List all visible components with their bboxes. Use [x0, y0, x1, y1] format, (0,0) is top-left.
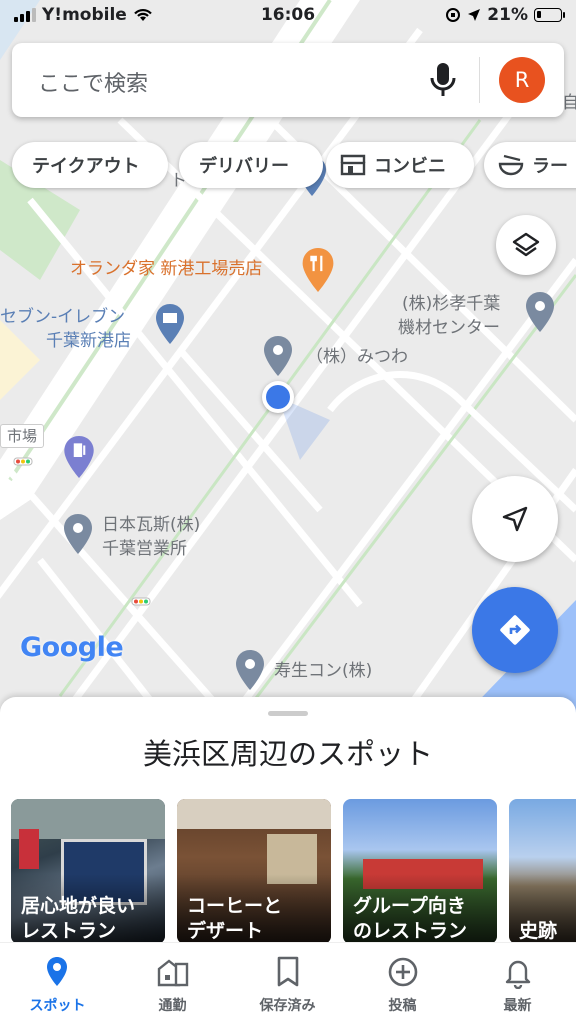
spot-cards: 居心地が良い レストラン コーヒーとデザート グループ向き のレストラン 史跡 [0, 799, 576, 944]
restaurant-pin-icon[interactable] [302, 248, 334, 292]
card-line-2: レストラン [21, 920, 117, 942]
map-label-seven-eleven[interactable]: セブン-イレブン [0, 306, 125, 328]
chip-ramen[interactable]: ラー [484, 142, 576, 188]
sheet-drag-handle[interactable] [268, 711, 308, 716]
chip-delivery[interactable]: デリバリー [179, 142, 323, 188]
chip-label: ラー [532, 156, 568, 177]
search-input[interactable]: ここで検索 [38, 66, 148, 98]
place-pin-icon[interactable] [264, 336, 292, 376]
google-logo: Google [20, 632, 124, 663]
tab-label: スポット [29, 998, 86, 1014]
map-label-edge: 自 [562, 93, 576, 113]
map-label-sugitaka[interactable]: (株)杉孝千葉 [402, 293, 500, 315]
commute-icon [157, 959, 189, 987]
tab-commute[interactable]: 通勤 [115, 943, 230, 1025]
map-label-seven-eleven-branch[interactable]: 千葉新港店 [46, 330, 131, 352]
chip-label: コンビニ [374, 156, 446, 177]
tab-label: 通勤 [158, 998, 187, 1014]
card-line-2: デザート [187, 920, 264, 942]
microphone-icon[interactable] [426, 61, 460, 99]
ramen-bowl-icon [498, 154, 524, 176]
tab-label: 投稿 [388, 998, 417, 1014]
directions-icon [500, 615, 530, 645]
search-divider [479, 57, 480, 103]
gas-station-pin-icon[interactable] [64, 436, 94, 478]
map-label-nihon-gas[interactable]: 日本瓦斯(株) [102, 514, 200, 536]
spot-card-coffee-dessert[interactable]: コーヒーと デザート [177, 799, 331, 944]
battery-icon [534, 8, 565, 22]
place-pin-icon[interactable] [526, 292, 554, 332]
navigation-arrow-icon [502, 506, 528, 532]
map-label-orange-house[interactable]: オランダ家 新港工場売店 [70, 258, 262, 280]
rotation-lock-icon [446, 8, 461, 22]
layers-icon [512, 232, 540, 257]
location-arrow-icon [468, 9, 481, 21]
search-bar[interactable]: ここで検索 R [12, 43, 564, 117]
tab-saved[interactable]: 保存済み [230, 943, 345, 1025]
chip-label: デリバリー [199, 156, 289, 177]
tab-updates[interactable]: 最新 [460, 943, 575, 1025]
card-line-1: 居心地が良い [21, 895, 136, 917]
bookmark-icon [277, 956, 299, 987]
chip-takeout[interactable]: テイクアウト [12, 142, 168, 188]
tab-contribute[interactable]: 投稿 [345, 943, 460, 1025]
map-label-jusei[interactable]: 寿生コン(株) [274, 660, 372, 682]
convenience-store-pin-icon[interactable] [156, 304, 184, 344]
bottom-navigation: スポット 通勤 保存済み 投稿 最新 [0, 942, 576, 1025]
add-circle-icon [388, 957, 418, 987]
category-chips: テイクアウト デリバリー コンビニ ラー [12, 142, 576, 190]
current-location-dot [262, 381, 294, 413]
sheet-title: 美浜区周辺のスポット [142, 737, 433, 771]
my-location-button[interactable] [472, 476, 558, 562]
bell-icon [505, 960, 531, 989]
map-label-mitsuwa[interactable]: （株）みつわ [306, 346, 408, 368]
card-line-1: 史跡 [519, 920, 558, 942]
pin-icon [47, 957, 67, 986]
card-line-1: コーヒーと [187, 895, 283, 917]
place-pin-icon[interactable] [64, 514, 92, 554]
tab-explore[interactable]: スポット [0, 943, 115, 1025]
chip-convenience[interactable]: コンビニ [326, 142, 474, 188]
directions-button[interactable] [472, 587, 558, 673]
status-bar: Y!mobile 16:06 21% [0, 0, 576, 34]
store-icon [340, 154, 366, 176]
spot-card-cozy-restaurant[interactable]: 居心地が良い レストラン [11, 799, 165, 944]
map-label-sugitaka-center[interactable]: 機材センター [398, 317, 500, 339]
spot-card-group-restaurant[interactable]: グループ向き のレストラン [343, 799, 497, 944]
spot-card-historic-site[interactable]: 史跡 [509, 799, 576, 944]
tab-label: 最新 [503, 998, 532, 1014]
battery-percent: 21% [487, 5, 528, 25]
layers-button[interactable] [496, 215, 556, 275]
chip-label: テイクアウト [32, 156, 140, 177]
place-pin-icon[interactable] [236, 650, 264, 690]
tab-label: 保存済み [259, 998, 316, 1014]
card-line-2: のレストラン [353, 920, 468, 942]
card-line-1: グループ向き [353, 895, 466, 917]
map-label-market[interactable]: 市場 [0, 424, 45, 448]
account-avatar[interactable]: R [499, 57, 545, 103]
map-label-nihon-gas-branch[interactable]: 千葉営業所 [102, 538, 187, 560]
